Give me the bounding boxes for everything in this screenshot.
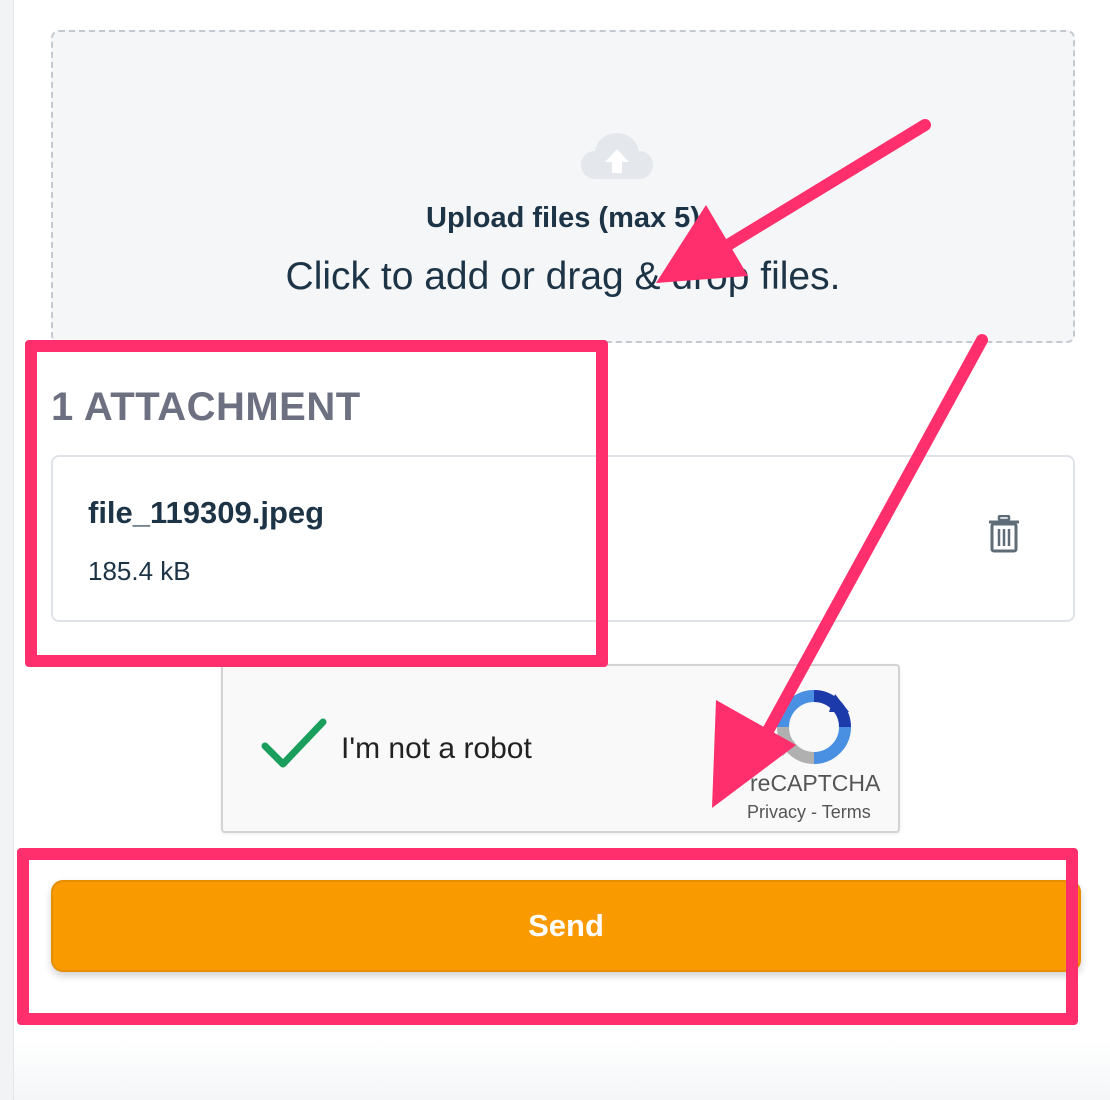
recaptcha-label: I'm not a robot xyxy=(341,732,532,765)
links-separator: - xyxy=(811,802,818,822)
upload-dropzone[interactable]: Upload files (max 5) Click to add or dra… xyxy=(51,30,1075,343)
attachment-file-name: file_119309.jpeg xyxy=(88,495,325,530)
recaptcha-brand: reCAPTCHA xyxy=(750,770,881,796)
attachment-count-heading: 1 ATTACHMENT xyxy=(51,385,361,429)
recaptcha-links: Privacy - Terms xyxy=(747,802,871,823)
terms-link[interactable]: Terms xyxy=(822,802,871,822)
bottom-fade xyxy=(14,1040,1110,1100)
upload-subtitle: Click to add or drag & drop files. xyxy=(285,255,841,298)
attachment-item: file_119309.jpeg 185.4 kB xyxy=(51,455,1075,622)
page: Upload files (max 5) Click to add or dra… xyxy=(0,0,1110,1100)
attachment-file-size: 185.4 kB xyxy=(88,556,191,586)
send-button[interactable]: Send xyxy=(51,880,1081,972)
trash-icon[interactable] xyxy=(988,515,1020,553)
recaptcha-logo-icon xyxy=(777,690,851,764)
recaptcha-widget: I'm not a robot reCAPTCHA Privacy - Term… xyxy=(221,664,900,833)
checkmark-icon[interactable] xyxy=(261,716,327,770)
cloud-upload-icon xyxy=(581,133,653,179)
privacy-link[interactable]: Privacy xyxy=(747,802,806,822)
upload-title: Upload files (max 5) xyxy=(426,202,700,234)
left-edge xyxy=(0,0,14,1100)
